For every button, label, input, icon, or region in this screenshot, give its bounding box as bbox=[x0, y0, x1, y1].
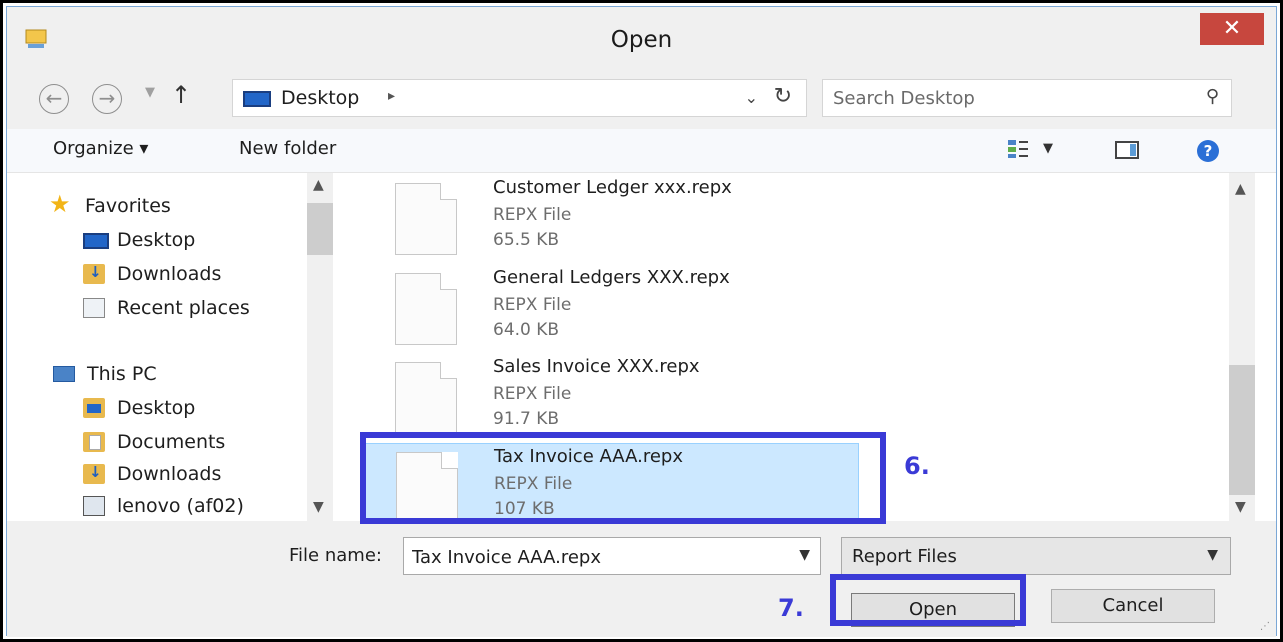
network-drive-icon bbox=[83, 496, 105, 516]
toolbar: Organize ▾ New folder ▼ ? bbox=[7, 129, 1276, 173]
nav-pane-scrollbar[interactable]: ▲ ▼ bbox=[307, 173, 333, 521]
forward-button[interactable]: → bbox=[92, 84, 122, 114]
downloads-folder-icon bbox=[83, 463, 105, 484]
preview-pane-icon[interactable] bbox=[1115, 141, 1139, 159]
address-location[interactable]: Desktop bbox=[281, 87, 359, 109]
file-item[interactable]: Customer Ledger xxx.repx REPX File 65.5 … bbox=[365, 175, 859, 259]
scroll-up-icon[interactable]: ▲ bbox=[313, 177, 324, 193]
search-icon[interactable]: ⚲ bbox=[1206, 86, 1219, 107]
chevron-down-icon[interactable]: ▼ bbox=[1207, 547, 1218, 563]
window-title: Open bbox=[610, 27, 673, 53]
recent-places-icon bbox=[83, 298, 105, 318]
file-list-scrollbar[interactable]: ▲ ▼ bbox=[1229, 173, 1255, 521]
file-name-input[interactable] bbox=[412, 545, 772, 569]
open-dialog: Open ✕ ← → ▼ ↑ Desktop ▸ ⌄ ↻ ⚲ Organize … bbox=[6, 6, 1277, 637]
new-folder-button[interactable]: New folder bbox=[239, 138, 336, 159]
file-size: 64.0 KB bbox=[493, 320, 560, 340]
address-bar[interactable]: Desktop ▸ ⌄ ↻ bbox=[232, 79, 807, 117]
downloads-folder-icon bbox=[83, 263, 105, 284]
chevron-down-icon[interactable]: ⌄ bbox=[745, 88, 758, 107]
search-box[interactable]: ⚲ bbox=[822, 79, 1232, 117]
star-icon: ★ bbox=[49, 190, 71, 218]
bottom-bar: File name: ▼ Report Files ▼ Open Cancel … bbox=[7, 521, 1276, 637]
file-item[interactable]: Sales Invoice XXX.repx REPX File 91.7 KB bbox=[365, 354, 859, 438]
navigation-pane: ★ Favorites Desktop Downloads Recent pla… bbox=[7, 173, 337, 521]
computer-icon bbox=[53, 366, 75, 382]
file-size: 65.5 KB bbox=[493, 230, 560, 250]
annotation-box-open bbox=[830, 574, 1026, 626]
organize-button[interactable]: Organize ▾ bbox=[53, 138, 148, 159]
desktop-icon bbox=[83, 233, 109, 249]
scroll-up-icon[interactable]: ▲ bbox=[1235, 181, 1246, 197]
document-icon bbox=[395, 362, 457, 434]
resize-grip-icon[interactable]: ⋰ bbox=[1260, 621, 1272, 633]
refresh-icon[interactable]: ↻ bbox=[774, 84, 792, 109]
file-name-combobox[interactable]: ▼ bbox=[403, 537, 821, 575]
file-type-value: Report Files bbox=[852, 546, 957, 567]
close-button[interactable]: ✕ bbox=[1200, 13, 1264, 45]
desktop-folder-icon bbox=[83, 398, 105, 418]
file-name: Customer Ledger xxx.repx bbox=[493, 177, 732, 198]
chevron-right-icon[interactable]: ▸ bbox=[388, 88, 395, 104]
file-item[interactable]: General Ledgers XXX.repx REPX File 64.0 … bbox=[365, 265, 859, 349]
file-name-label: File name: bbox=[289, 545, 382, 566]
recent-locations-dropdown-icon[interactable]: ▼ bbox=[145, 85, 155, 100]
view-options-chevron-icon[interactable]: ▼ bbox=[1043, 141, 1053, 156]
file-type: REPX File bbox=[493, 384, 572, 404]
file-type: REPX File bbox=[493, 205, 572, 225]
scroll-down-icon[interactable]: ▼ bbox=[313, 499, 324, 515]
scroll-down-icon[interactable]: ▼ bbox=[1235, 499, 1246, 515]
scroll-thumb[interactable] bbox=[307, 203, 333, 255]
annotation-step-7: 7. bbox=[778, 594, 804, 622]
scroll-thumb[interactable] bbox=[1229, 365, 1255, 495]
file-type: REPX File bbox=[493, 295, 572, 315]
change-view-icon[interactable] bbox=[1007, 139, 1029, 159]
file-name: Sales Invoice XXX.repx bbox=[493, 356, 700, 377]
address-row: ← → ▼ ↑ Desktop ▸ ⌄ ↻ ⚲ bbox=[7, 69, 1276, 129]
title-bar: Open ✕ bbox=[7, 7, 1276, 69]
document-icon bbox=[395, 183, 457, 255]
search-input[interactable] bbox=[833, 86, 1173, 110]
file-type-select[interactable]: Report Files ▼ bbox=[841, 537, 1231, 575]
file-name: General Ledgers XXX.repx bbox=[493, 267, 730, 288]
help-icon[interactable]: ? bbox=[1197, 140, 1219, 162]
desktop-icon bbox=[243, 91, 271, 107]
annotation-box-file bbox=[360, 432, 886, 524]
file-size: 91.7 KB bbox=[493, 409, 560, 429]
back-button[interactable]: ← bbox=[39, 84, 69, 114]
annotation-step-6: 6. bbox=[904, 452, 930, 480]
document-icon bbox=[395, 273, 457, 345]
chevron-down-icon[interactable]: ▼ bbox=[799, 547, 810, 563]
documents-folder-icon bbox=[83, 432, 105, 452]
cancel-button[interactable]: Cancel bbox=[1051, 589, 1215, 623]
up-arrow-icon[interactable]: ↑ bbox=[171, 81, 191, 109]
